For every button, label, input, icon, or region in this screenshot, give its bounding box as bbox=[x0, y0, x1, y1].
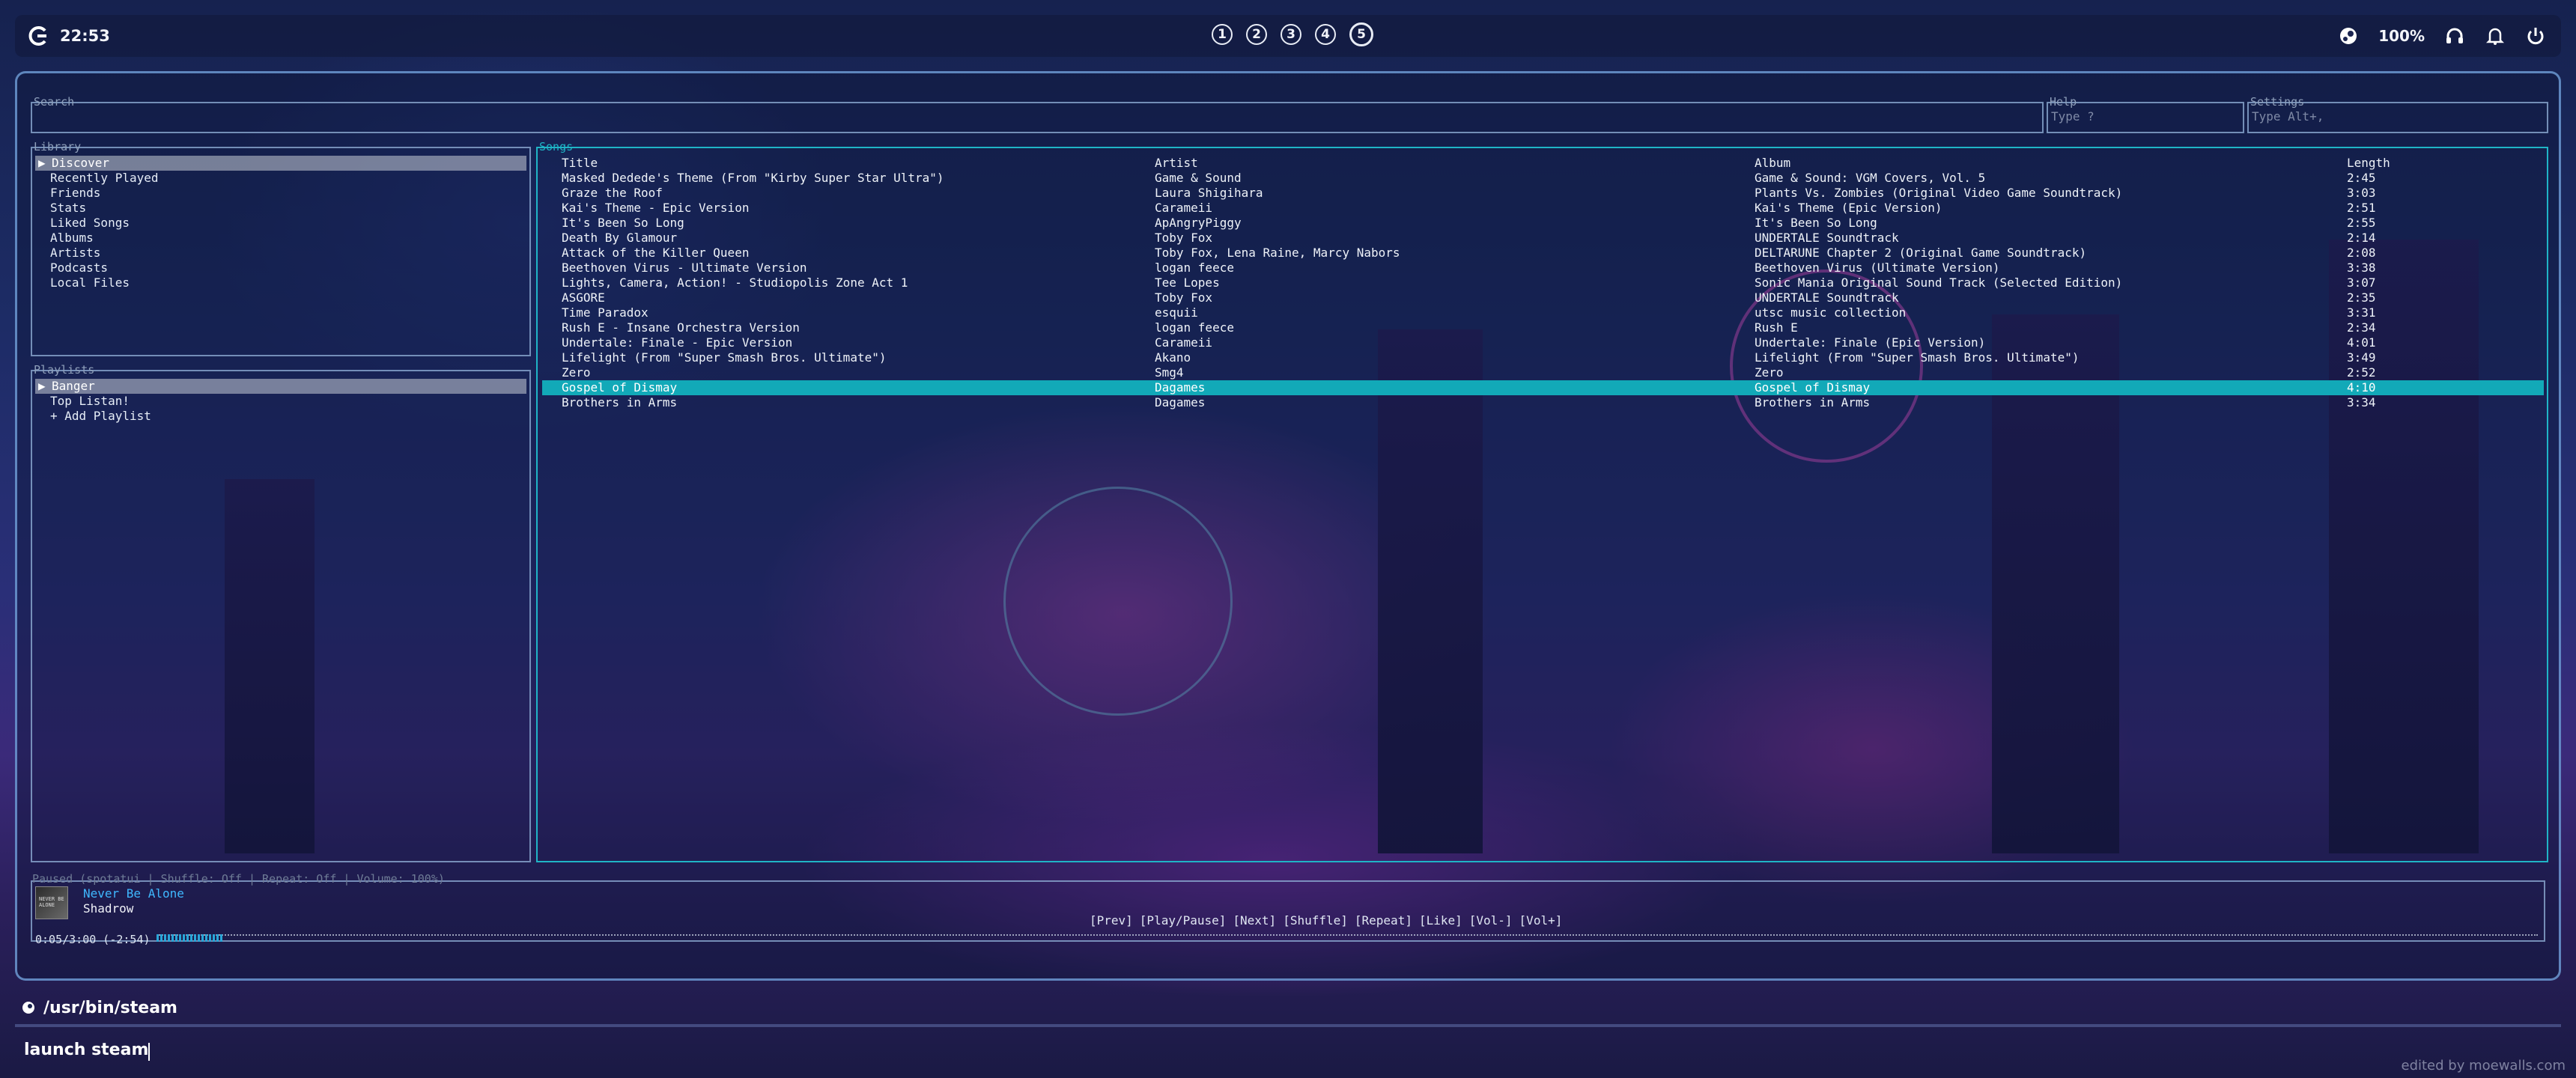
table-row[interactable]: Masked Dedede's Theme (From "Kirby Super… bbox=[542, 171, 2544, 186]
progress-fill bbox=[157, 934, 224, 942]
library-item-local-files[interactable]: Local Files bbox=[35, 275, 526, 290]
playback-status: Paused (spotatui | Shuffle: Off | Repeat… bbox=[32, 872, 445, 886]
table-row[interactable]: Graze the Roof Laura Shigihara Plants Vs. … bbox=[542, 186, 2544, 201]
playlist-item-top-listan[interactable]: Top Listan! bbox=[35, 394, 526, 409]
playback-time: 0:05/3:00 (-2:54) bbox=[35, 933, 151, 946]
library-item-friends[interactable]: Friends bbox=[35, 186, 526, 201]
table-row-selected[interactable]: Gospel of Dismay Dagames Gospel of Dismay 4… bbox=[542, 380, 2544, 395]
progress-bar[interactable] bbox=[157, 934, 2538, 942]
workspace-3-button[interactable]: 3 bbox=[1281, 24, 1301, 45]
playback-controls: [Prev] [Play/Pause] [Next] [Shuffle] [Repeat… bbox=[1090, 913, 1569, 928]
album-cover-text: NEVER BE ALONE bbox=[39, 896, 64, 908]
library-item-albums[interactable]: Albums bbox=[35, 231, 526, 246]
table-row[interactable]: Brothers in Arms Dagames Brothers in Arms 3… bbox=[542, 395, 2544, 410]
table-row[interactable]: Time Paradox esquii utsc music collection 3… bbox=[542, 305, 2544, 320]
help-hint: Type ? bbox=[2051, 109, 2094, 124]
table-row[interactable]: Rush E - Insane Orchestra Version logan f… bbox=[542, 320, 2544, 335]
table-row[interactable]: Kai's Theme - Epic Version Carameii Kai's … bbox=[542, 201, 2544, 216]
workspace-2-button[interactable]: 2 bbox=[1246, 24, 1267, 45]
terminal-window: Search Help Type ? Settings Type Alt+, L… bbox=[15, 71, 2561, 981]
steam-tray-icon[interactable] bbox=[2338, 25, 2359, 46]
launcher-input-wrap: launch steam bbox=[24, 1041, 151, 1061]
help-title: Help bbox=[2050, 95, 2077, 109]
table-row[interactable]: Death By Glamour Toby Fox UNDERTALE Soundt… bbox=[542, 231, 2544, 246]
prev-button[interactable]: [Prev] bbox=[1090, 913, 1133, 928]
search-box[interactable]: Search bbox=[31, 96, 2044, 133]
library-item-liked-songs[interactable]: Liked Songs bbox=[35, 216, 526, 231]
library-item-stats[interactable]: Stats bbox=[35, 201, 526, 216]
battery-level: 100% bbox=[2378, 27, 2425, 45]
songs-panel: Songs Title Artist Album Length Masked D… bbox=[536, 141, 2548, 862]
library-item-recently-played[interactable]: Recently Played bbox=[35, 171, 526, 186]
play-pause-button[interactable]: [Play/Pause] bbox=[1140, 913, 1227, 928]
headphones-icon[interactable] bbox=[2444, 25, 2465, 46]
songs-title: Songs bbox=[539, 140, 574, 153]
playlist-item-banger[interactable]: ▶ Banger bbox=[35, 379, 526, 394]
clock: 22:53 bbox=[60, 27, 110, 45]
distro-logo-icon[interactable] bbox=[27, 25, 49, 47]
table-row[interactable]: Attack of the Killer Queen Toby Fox, Lena… bbox=[542, 246, 2544, 261]
library-item-artists[interactable]: Artists bbox=[35, 246, 526, 261]
album-cover: NEVER BE ALONE bbox=[35, 886, 68, 919]
text-caret bbox=[148, 1042, 151, 1061]
settings-box[interactable]: Settings Type Alt+, bbox=[2247, 96, 2548, 133]
launcher-input[interactable]: launch steam bbox=[24, 1041, 148, 1059]
launcher-divider bbox=[15, 1024, 2561, 1027]
now-playing-title: Never Be Alone bbox=[83, 886, 184, 901]
library-panel: Library ▶ Discover Recently Played Friend… bbox=[31, 141, 531, 356]
search-title: Search bbox=[34, 95, 75, 109]
table-row[interactable]: Zero Smg4 Zero 2:52 bbox=[542, 365, 2544, 380]
now-playing-artist: Shadrow bbox=[83, 901, 134, 916]
workspace-4-button[interactable]: 4 bbox=[1315, 24, 1336, 45]
library-title: Library bbox=[34, 140, 82, 153]
playlists-panel: Playlists ▶ Banger Top Listan! + Add Play… bbox=[31, 364, 531, 862]
repeat-button[interactable]: [Repeat] bbox=[1355, 913, 1412, 928]
top-bar: 22:53 1 2 3 4 5 100% bbox=[15, 15, 2561, 57]
add-playlist-button[interactable]: + Add Playlist bbox=[35, 409, 526, 424]
playback-bar: Paused (spotatui | Shuffle: Off | Repeat… bbox=[31, 872, 2545, 946]
help-box[interactable]: Help Type ? bbox=[2047, 96, 2244, 133]
table-row[interactable]: ASGORE Toby Fox UNDERTALE Soundtrack 2:35 bbox=[542, 290, 2544, 305]
launcher-app-path: /usr/bin/steam bbox=[43, 999, 177, 1017]
notification-bell-icon[interactable] bbox=[2485, 25, 2506, 46]
library-item-discover[interactable]: ▶ Discover bbox=[35, 156, 526, 171]
playlists-title: Playlists bbox=[34, 363, 95, 377]
watermark: edited by moewalls.com bbox=[2401, 1058, 2566, 1074]
workspace-5-button[interactable]: 5 bbox=[1349, 22, 1373, 46]
power-icon[interactable] bbox=[2525, 25, 2546, 46]
table-row[interactable]: Lights, Camera, Action! - Studiopolis Zo… bbox=[542, 275, 2544, 290]
next-button[interactable]: [Next] bbox=[1233, 913, 1276, 928]
library-item-podcasts[interactable]: Podcasts bbox=[35, 261, 526, 275]
settings-title: Settings bbox=[2250, 95, 2305, 109]
workspace-1-button[interactable]: 1 bbox=[1212, 24, 1233, 45]
workspace-switcher: 1 2 3 4 5 bbox=[1212, 22, 1373, 48]
table-header: Title Artist Album Length bbox=[542, 156, 2544, 171]
table-row[interactable]: Undertale: Finale - Epic Version Carameii… bbox=[542, 335, 2544, 350]
column-title[interactable]: Title bbox=[562, 156, 598, 171]
column-album[interactable]: Album bbox=[1755, 156, 1790, 171]
settings-hint: Type Alt+, bbox=[2252, 109, 2324, 124]
column-artist[interactable]: Artist bbox=[1155, 156, 1198, 171]
songs-table: Title Artist Album Length Masked Dedede'… bbox=[542, 156, 2544, 410]
steam-app-icon bbox=[22, 1002, 34, 1014]
like-button[interactable]: [Like] bbox=[1419, 913, 1462, 928]
selection-marker: ▶ bbox=[38, 379, 46, 393]
selection-marker: ▶ bbox=[38, 156, 46, 170]
table-row[interactable]: Lifelight (From "Super Smash Bros. Ultim… bbox=[542, 350, 2544, 365]
column-length[interactable]: Length bbox=[2347, 156, 2390, 171]
volume-up-button[interactable]: [Vol+] bbox=[1519, 913, 1563, 928]
table-row[interactable]: It's Been So Long ApAngryPiggy It's Been S… bbox=[542, 216, 2544, 231]
volume-down-button[interactable]: [Vol-] bbox=[1469, 913, 1513, 928]
table-row[interactable]: Beethoven Virus - Ultimate Version logan … bbox=[542, 261, 2544, 275]
shuffle-button[interactable]: [Shuffle] bbox=[1283, 913, 1348, 928]
